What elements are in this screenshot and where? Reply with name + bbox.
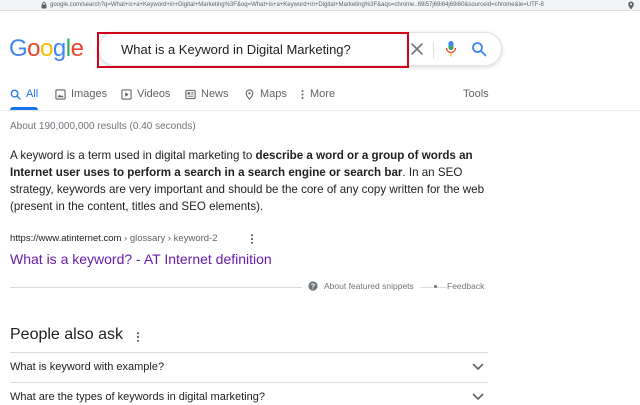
search-icon[interactable]	[471, 41, 487, 57]
cite-path: › glossary › keyword-2	[121, 233, 218, 244]
about-featured-snippets-link[interactable]: ? About featured snippets	[302, 281, 420, 291]
logo-letter: o	[27, 35, 41, 62]
kebab-menu-icon[interactable]	[135, 331, 141, 343]
image-icon	[55, 88, 66, 100]
search-box	[97, 32, 502, 68]
tab-label: News	[201, 88, 229, 100]
location-pin-icon[interactable]	[627, 1, 635, 10]
tab-videos[interactable]: Videos	[121, 84, 170, 104]
logo-letter: g	[52, 35, 66, 62]
tabs-divider	[0, 110, 640, 111]
url-text[interactable]: google.com/search?q=What+is+a+Keyword+in…	[50, 0, 610, 10]
tab-news[interactable]: News	[185, 84, 229, 104]
tab-label: More	[310, 88, 336, 100]
featured-snippet-text: A keyword is a term used in digital mark…	[10, 147, 485, 215]
logo-letter: G	[9, 35, 28, 62]
tab-maps[interactable]: Maps	[244, 84, 287, 104]
logo-letter: e	[70, 35, 84, 62]
kebab-menu-icon	[301, 89, 304, 99]
tab-label: Images	[71, 88, 108, 100]
result-stats: About 190,000,000 results (0.40 seconds)	[10, 121, 196, 132]
paa-divider	[10, 352, 488, 353]
result-title-link[interactable]: What is a keyword? - AT Internet definit…	[10, 250, 272, 268]
paa-question-text: What is keyword with example?	[10, 361, 165, 373]
search-icon	[10, 89, 21, 100]
tab-label: Videos	[137, 88, 171, 100]
tools-button[interactable]: Tools	[463, 84, 489, 104]
separator-dot	[434, 285, 437, 288]
lock-icon	[41, 1, 47, 9]
tools-label: Tools	[463, 88, 489, 100]
feedback-link[interactable]: Feedback	[447, 281, 489, 291]
logo-letter: o	[40, 35, 53, 62]
paa-question-text: What are the types of keywords in digita…	[10, 391, 265, 403]
people-also-ask-heading: People also ask	[10, 326, 123, 343]
chevron-down-icon	[472, 393, 484, 400]
search-tabs: All Images Videos News Maps More Tools	[0, 84, 640, 110]
about-featured-snippets-label: About featured snippets	[324, 281, 414, 291]
svg-text:?: ?	[311, 284, 315, 291]
tab-label: Maps	[260, 88, 287, 100]
search-box-divider	[433, 41, 434, 59]
help-icon: ?	[308, 281, 318, 291]
paa-question[interactable]: What are the types of keywords in digita…	[10, 382, 488, 405]
google-logo[interactable]: Google	[9, 35, 84, 63]
tab-label: All	[26, 88, 39, 100]
paa-divider	[10, 382, 488, 383]
snippet-text-start: A keyword is a term used in digital mark…	[10, 149, 256, 162]
play-icon	[121, 88, 132, 100]
tab-images[interactable]: Images	[55, 84, 107, 104]
tab-all[interactable]: All	[10, 84, 39, 110]
tab-more[interactable]: More	[300, 84, 335, 104]
search-input[interactable]	[121, 40, 391, 58]
result-cite[interactable]: https://www.atinternet.com › glossary › …	[10, 233, 218, 244]
browser-address-bar[interactable]: google.com/search?q=What+is+a+Keyword+in…	[0, 0, 640, 11]
map-pin-icon	[245, 88, 254, 100]
clear-icon[interactable]	[409, 41, 425, 57]
chevron-down-icon	[472, 363, 484, 370]
result-options-icon[interactable]	[248, 233, 256, 245]
paa-question[interactable]: What is keyword with example?	[10, 352, 488, 382]
microphone-icon[interactable]	[445, 40, 457, 58]
cite-domain: https://www.atinternet.com	[10, 233, 122, 244]
newspaper-icon	[185, 89, 196, 99]
